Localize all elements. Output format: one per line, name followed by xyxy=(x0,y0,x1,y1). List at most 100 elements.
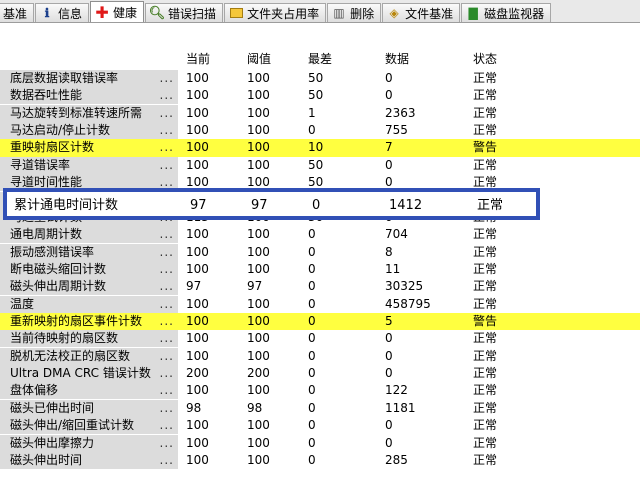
row-data: 7 xyxy=(385,140,393,155)
truncation-dots: ... xyxy=(159,139,174,157)
row-status: 正常 xyxy=(473,435,498,450)
header-worst[interactable]: 最差 xyxy=(308,50,332,67)
table-row[interactable]: 底层数据读取错误率... 100 100 50 0 正常 xyxy=(0,70,640,87)
row-current: 98 xyxy=(186,400,202,415)
row-worst: 50 xyxy=(308,88,324,103)
row-current: 100 xyxy=(186,452,209,467)
truncation-dots: ... xyxy=(159,243,174,261)
row-threshold: 100 xyxy=(247,244,270,259)
row-data: 1412 xyxy=(389,198,423,213)
table-row[interactable]: 磁头伸出时间... 100 100 0 285 正常 xyxy=(0,451,640,469)
highlighted-row-outline: 累计通电时间计数 97 97 0 1412 正常 xyxy=(3,188,540,220)
row-current: 100 xyxy=(186,88,209,103)
row-data: 0 xyxy=(385,71,393,85)
row-status: 正常 xyxy=(473,105,498,120)
row-current: 100 xyxy=(186,348,209,363)
table-row[interactable]: 重映射扇区计数... 100 100 10 7 警告 xyxy=(0,139,640,157)
row-name: 寻道错误率... xyxy=(0,156,178,174)
row-threshold: 100 xyxy=(247,452,270,467)
row-data: 0 xyxy=(385,157,393,172)
truncation-dots: ... xyxy=(159,399,174,417)
table-row[interactable]: 温度... 100 100 0 458795 正常 xyxy=(0,295,640,313)
row-data: 11 xyxy=(385,261,401,276)
row-name: 振动感测错误率... xyxy=(0,243,178,261)
row-data: 0 xyxy=(385,88,393,103)
row-name: 当前待映射的扇区数... xyxy=(0,330,178,348)
tab-file-benchmark[interactable]: ◈ 文件基准 xyxy=(382,3,461,22)
row-data: 458795 xyxy=(385,296,431,311)
table-row[interactable]: 断电磁头缩回计数... 100 100 0 11 正常 xyxy=(0,260,640,278)
table-row[interactable]: 盘体偏移... 100 100 0 122 正常 xyxy=(0,382,640,400)
tab-disk-monitor[interactable]: ▇ 磁盘监视器 xyxy=(461,3,552,22)
truncation-dots: ... xyxy=(159,87,174,105)
tab-erase[interactable]: ▥ 删除 xyxy=(327,3,382,22)
row-data: 30325 xyxy=(385,279,424,294)
row-name: 磁头伸出时间... xyxy=(0,451,178,469)
row-current: 100 xyxy=(186,435,209,450)
row-threshold: 100 xyxy=(247,435,270,450)
file-bench-icon: ◈ xyxy=(389,6,399,20)
truncation-dots: ... xyxy=(159,330,174,348)
row-status: 正常 xyxy=(473,383,498,398)
header-status[interactable]: 状态 xyxy=(473,50,497,67)
table-row[interactable]: 当前待映射的扇区数... 100 100 0 0 正常 xyxy=(0,330,640,348)
smart-attributes-table: 当前 阈值 最差 数据 状态 底层数据读取错误率... 100 100 50 0 正常 数据… xyxy=(0,44,640,469)
row-threshold: 100 xyxy=(247,140,270,155)
row-threshold: 100 xyxy=(247,227,270,242)
row-data: 0 xyxy=(385,331,393,346)
table-row[interactable]: Ultra DMA CRC 错误计数... 200 200 0 0 正常 xyxy=(0,365,640,383)
row-worst: 50 xyxy=(308,71,324,85)
row-data: 5 xyxy=(385,314,393,329)
table-row[interactable]: 马达启动/停止计数... 100 100 0 755 正常 xyxy=(0,122,640,140)
tab-health[interactable]: ✚ 健康 xyxy=(90,1,145,22)
trash-icon: ▥ xyxy=(333,6,345,20)
row-current: 100 xyxy=(186,418,209,433)
header-data[interactable]: 数据 xyxy=(385,50,409,67)
row-threshold: 100 xyxy=(247,105,270,120)
table-row[interactable]: 马达旋转到标准转速所需... 100 100 1 2363 正常 xyxy=(0,104,640,122)
tab-info[interactable]: ℹ 信息 xyxy=(35,3,90,22)
row-name: 底层数据读取错误率... xyxy=(0,70,178,87)
row-name: 断电磁头缩回计数... xyxy=(0,260,178,278)
table-row[interactable]: 脱机无法校正的扇区数... 100 100 0 0 正常 xyxy=(0,347,640,365)
row-status: 正常 xyxy=(473,88,498,103)
row-status: 正常 xyxy=(473,366,498,381)
table-row[interactable]: 磁头伸出摩擦力... 100 100 0 0 正常 xyxy=(0,434,640,452)
table-row[interactable]: 数据吞吐性能... 100 100 50 0 正常 xyxy=(0,87,640,105)
tab-label: 基准 xyxy=(3,6,28,21)
row-current: 100 xyxy=(186,331,209,346)
table-row[interactable]: 振动感测错误率... 100 100 0 8 正常 xyxy=(0,243,640,261)
tab-benchmark[interactable]: 基准 xyxy=(0,3,35,22)
truncation-dots: ... xyxy=(159,313,174,331)
row-worst: 0 xyxy=(308,123,316,138)
row-worst: 0 xyxy=(308,366,316,381)
row-threshold: 97 xyxy=(247,279,263,294)
header-current[interactable]: 当前 xyxy=(186,50,210,67)
tab-folder-usage[interactable]: 文件夹占用率 xyxy=(224,3,327,22)
table-row[interactable]: 重新映射的扇区事件计数... 100 100 0 5 警告 xyxy=(0,313,640,331)
table-row[interactable]: 磁头伸出/缩回重试计数... 100 100 0 0 正常 xyxy=(0,417,640,435)
row-worst: 0 xyxy=(308,296,316,311)
row-current: 100 xyxy=(186,314,209,329)
row-worst: 0 xyxy=(308,331,316,346)
table-row[interactable]: 寻道错误率... 100 100 50 0 正常 xyxy=(0,156,640,174)
row-threshold: 200 xyxy=(247,366,270,381)
row-worst: 0 xyxy=(312,198,321,213)
header-threshold[interactable]: 阈值 xyxy=(247,50,271,67)
tab-error-scan[interactable]: 🔍︎ 错误扫描 xyxy=(145,3,224,22)
table-row[interactable]: 磁头伸出周期计数... 97 97 0 30325 正常 xyxy=(0,278,640,296)
row-name: 磁头伸出/缩回重试计数... xyxy=(0,417,178,435)
row-status: 正常 xyxy=(473,123,498,138)
truncation-dots: ... xyxy=(159,417,174,435)
row-data: 704 xyxy=(385,227,408,242)
folder-icon xyxy=(229,6,243,20)
row-threshold: 100 xyxy=(247,418,270,433)
row-worst: 50 xyxy=(308,157,324,172)
row-name: 重映射扇区计数... xyxy=(0,139,178,157)
tab-label: 文件基准 xyxy=(405,6,454,21)
table-row[interactable]: 通电周期计数... 100 100 0 704 正常 xyxy=(0,226,640,244)
row-current: 100 xyxy=(186,123,209,138)
table-row[interactable]: 磁头已伸出时间... 98 98 0 1181 正常 xyxy=(0,399,640,417)
row-worst: 0 xyxy=(308,261,316,276)
table-header: 当前 阈值 最差 数据 状态 xyxy=(0,44,640,70)
